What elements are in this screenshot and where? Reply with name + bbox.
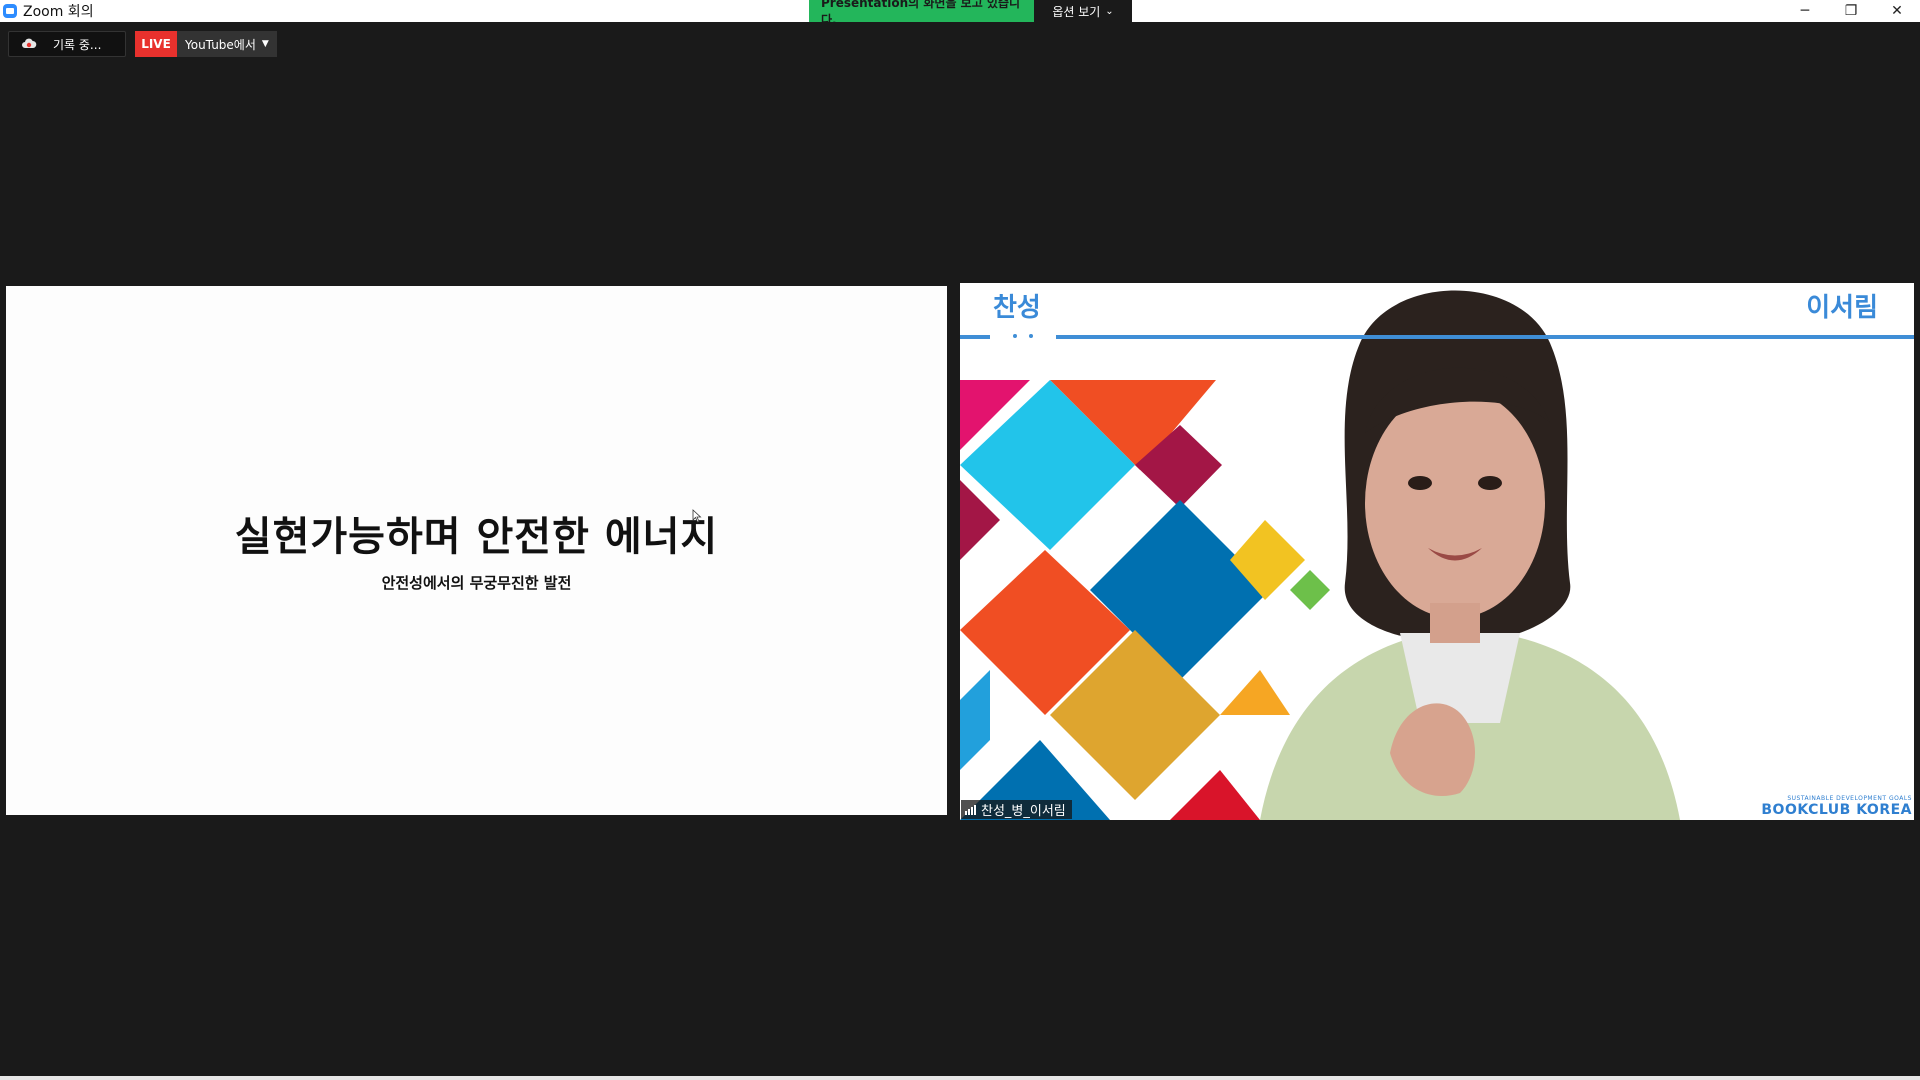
- participant-name: 찬성_병_이서림: [981, 804, 1066, 819]
- logo-wordmark: BOOKCLUB KOREA: [1761, 802, 1912, 818]
- mouse-cursor-icon: [692, 509, 702, 523]
- bookclub-korea-logo: SUSTAINABLE DEVELOPMENT GOALS BOOKCLUB K…: [1761, 795, 1912, 818]
- signal-strength-icon: [965, 804, 976, 815]
- divider-dots: [990, 329, 1056, 343]
- window-title: Zoom 회의: [23, 4, 94, 20]
- cloud-record-icon: [21, 36, 37, 52]
- window-bottom-edge: [0, 1076, 1920, 1080]
- recording-indicator[interactable]: 기록 중...: [8, 31, 126, 57]
- participant-name-tag: 찬성_병_이서림: [961, 800, 1072, 819]
- view-options-button[interactable]: 옵션 보기 ⌄: [1034, 0, 1132, 22]
- participant-video-feed: [1260, 290, 1680, 820]
- live-target-label: YouTube에서: [185, 37, 256, 52]
- caret-down-icon: ▼: [261, 39, 269, 49]
- recording-label: 기록 중...: [53, 37, 102, 52]
- slide-headline: 실현가능하며 안전한 에너지: [234, 514, 719, 560]
- zoom-app-icon: [3, 4, 17, 18]
- shared-screen-slide: 실현가능하며 안전한 에너지 안전성에서의 무궁무진한 발전: [6, 286, 947, 815]
- live-stream-control: LIVE YouTube에서 ▼: [135, 31, 277, 57]
- view-options-label: 옵션 보기: [1052, 4, 1101, 19]
- live-badge: LIVE: [135, 31, 177, 57]
- restore-button[interactable]: ❐: [1828, 0, 1874, 22]
- live-target-dropdown[interactable]: YouTube에서 ▼: [177, 31, 277, 57]
- logo-tagline: SUSTAINABLE DEVELOPMENT GOALS: [1787, 795, 1912, 802]
- team-label: 찬성: [993, 293, 1041, 323]
- close-button[interactable]: ✕: [1874, 0, 1920, 22]
- window-controls: ─ ❐ ✕: [1782, 0, 1920, 22]
- chevron-down-icon: ⌄: [1105, 5, 1114, 17]
- header-divider: [960, 335, 1914, 339]
- slide-subtitle: 안전성에서의 무궁무진한 발전: [381, 574, 572, 592]
- speaker-label: 이서림: [1806, 293, 1878, 323]
- minimize-button[interactable]: ─: [1782, 0, 1828, 22]
- participant-video-tile[interactable]: 찬성 이서림 SUSTAINABLE DEVELOPMENT GOALS BOO…: [960, 283, 1914, 820]
- share-banner-message: Presentation의 화면을 보고 있습니다.: [809, 0, 1034, 27]
- screen-share-banner: Presentation의 화면을 보고 있습니다. 옵션 보기 ⌄: [809, 0, 1132, 27]
